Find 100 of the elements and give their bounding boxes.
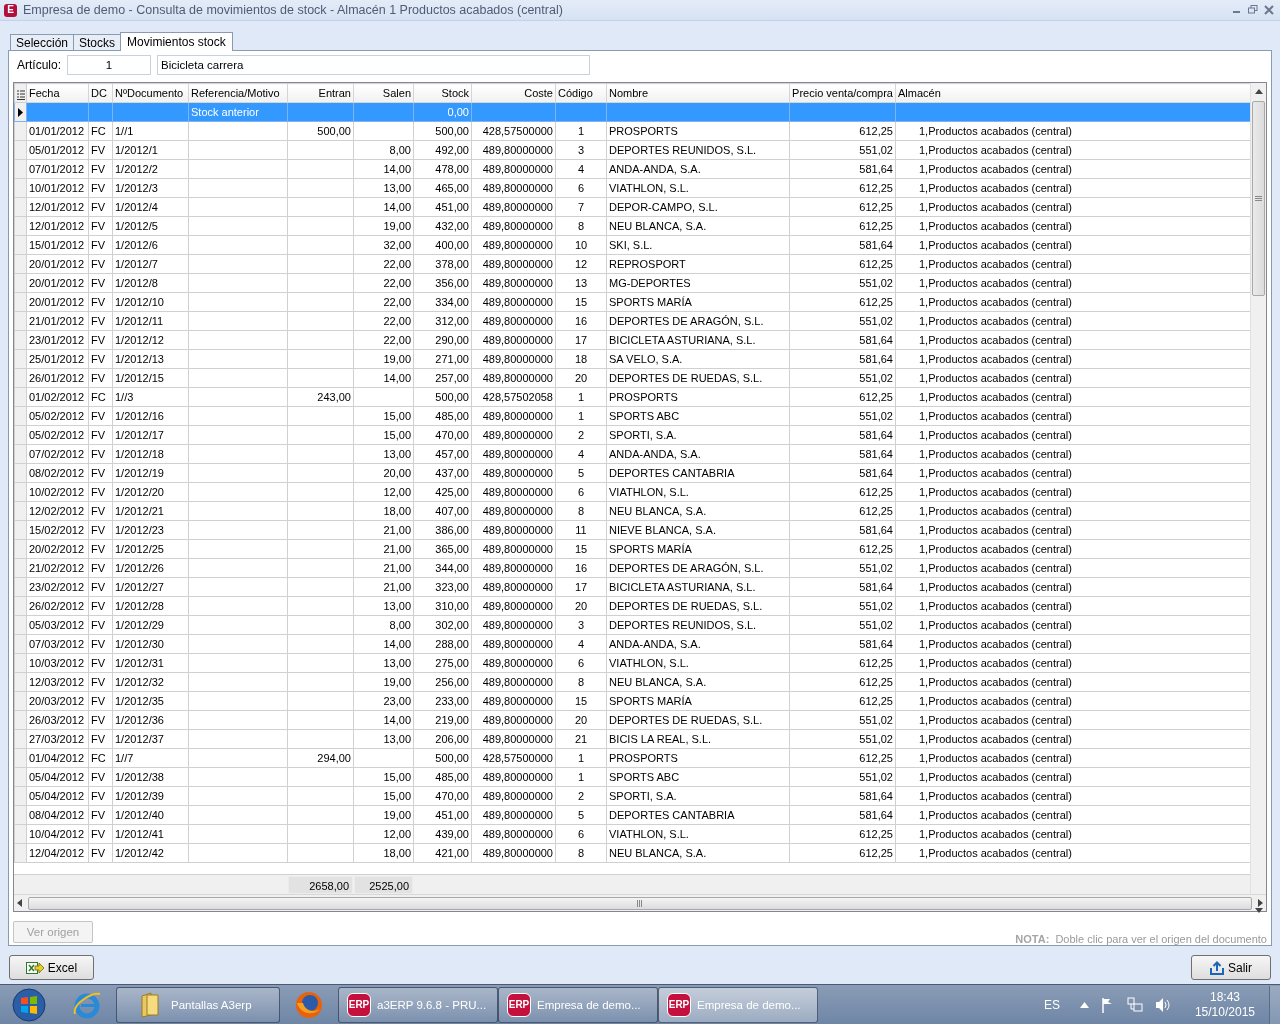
table-row[interactable]: 08/02/2012 FV 1/2012/19 20,00 437,00 489,80000000 5 DEPORTES CANTABRIA 581,64 1,Productos acabados (central) — [14, 463, 1250, 483]
scroll-up-icon[interactable] — [1254, 89, 1263, 94]
column-header[interactable]: DC — [88, 83, 113, 103]
taskbar-button[interactable]: ERP Empresa de demo... — [658, 986, 818, 1023]
table-cell: FV — [88, 653, 113, 673]
exit-button[interactable]: Salir — [1191, 955, 1271, 980]
table-row[interactable]: 05/02/2012 FV 1/2012/16 15,00 485,00 489,80000000 1 SPORTS ABC 551,02 1,Productos acabados (central) — [14, 406, 1250, 426]
column-header[interactable]: Fecha — [26, 83, 89, 103]
table-row[interactable]: 23/01/2012 FV 1/2012/12 22,00 290,00 489,80000000 17 BICICLETA ASTURIANA, S.L. 581,64 1,Productos acabados (central) — [14, 330, 1250, 350]
restore-icon[interactable] — [1248, 5, 1258, 15]
table-row[interactable]: 20/01/2012 FV 1/2012/10 22,00 334,00 489,80000000 15 SPORTS MARÍA 612,25 1,Productos acabados (central) — [14, 292, 1250, 312]
table-row[interactable]: 01/02/2012 FC 1//3 243,00 500,00 428,57502058 1 PROSPORTS 612,25 1,Productos acabados (central) — [14, 387, 1250, 407]
column-header[interactable]: NºDocumento — [112, 83, 189, 103]
table-row[interactable]: 27/03/2012 FV 1/2012/37 13,00 206,00 489,80000000 21 BICIS LA REAL, S.L. 551,02 1,Productos acabados (central) — [14, 729, 1250, 749]
start-button[interactable] — [12, 987, 46, 1022]
table-cell: 20/01/2012 — [26, 273, 89, 293]
table-row[interactable]: 10/02/2012 FV 1/2012/20 12,00 425,00 489,80000000 6 VIATHLON, S.L. 612,25 1,Productos acabados (central) — [14, 482, 1250, 502]
table-row[interactable]: 01/04/2012 FC 1//7 294,00 500,00 428,57500000 1 PROSPORTS 612,25 1,Productos acabados (central) — [14, 748, 1250, 768]
column-header[interactable]: Entran — [287, 83, 354, 103]
table-row[interactable]: 21/02/2012 FV 1/2012/26 21,00 344,00 489,80000000 16 DEPORTES DE ARAGÓN, S.L. 551,02 1,Productos acabados (central) — [14, 558, 1250, 578]
table-row[interactable]: 20/03/2012 FV 1/2012/35 23,00 233,00 489,80000000 15 SPORTS MARÍA 612,25 1,Productos acabados (central) — [14, 691, 1250, 711]
table-row[interactable]: 07/02/2012 FV 1/2012/18 13,00 457,00 489,80000000 4 ANDA-ANDA, S.A. 581,64 1,Productos acabados (central) — [14, 444, 1250, 464]
tab[interactable]: Stocks — [73, 34, 122, 50]
show-hidden-icons-icon[interactable] — [1079, 1001, 1089, 1008]
show-desktop-button[interactable] — [1269, 985, 1280, 1024]
table-cell: BICIS LA REAL, S.L. — [606, 729, 790, 749]
scroll-left-icon[interactable] — [17, 899, 22, 907]
table-row[interactable]: 05/03/2012 FV 1/2012/29 8,00 302,00 489,80000000 3 DEPORTES REUNIDOS, S.L. 551,02 1,Productos acabados (central) — [14, 615, 1250, 635]
table-row[interactable]: 12/04/2012 FV 1/2012/42 18,00 421,00 489,80000000 8 NEU BLANCA, S.A. 612,25 1,Productos acabados (central) — [14, 843, 1250, 863]
table-cell: 271,00 — [413, 349, 472, 369]
table-cell: 489,80000000 — [471, 653, 556, 673]
table-cell: 15,00 — [353, 786, 414, 806]
table-cell: 612,25 — [789, 539, 896, 559]
table-row[interactable]: 12/03/2012 FV 1/2012/32 19,00 256,00 489,80000000 8 NEU BLANCA, S.A. 612,25 1,Productos acabados (central) — [14, 672, 1250, 692]
table-row[interactable]: 23/02/2012 FV 1/2012/27 21,00 323,00 489,80000000 17 BICICLETA ASTURIANA, S.L. 581,64 1,Productos acabados (central) — [14, 577, 1250, 597]
table-row[interactable]: 05/01/2012 FV 1/2012/1 8,00 492,00 489,80000000 3 DEPORTES REUNIDOS, S.L. 551,02 1,Productos acabados (central) — [14, 140, 1250, 160]
table-row[interactable]: 10/03/2012 FV 1/2012/31 13,00 275,00 489,80000000 6 VIATHLON, S.L. 612,25 1,Productos acabados (central) — [14, 653, 1250, 673]
table-row[interactable]: 20/01/2012 FV 1/2012/7 22,00 378,00 489,80000000 12 REPROSPORT 612,25 1,Productos acabados (central) — [14, 254, 1250, 274]
table-row[interactable]: 20/02/2012 FV 1/2012/25 21,00 365,00 489,80000000 15 SPORTS MARÍA 612,25 1,Productos acabados (central) — [14, 539, 1250, 559]
table-cell: 15,00 — [353, 767, 414, 787]
table-row[interactable]: 25/01/2012 FV 1/2012/13 19,00 271,00 489,80000000 18 SA VELO, S.A. 581,64 1,Productos acabados (central) — [14, 349, 1250, 369]
table-cell: 19,00 — [353, 805, 414, 825]
table-row[interactable]: 08/04/2012 FV 1/2012/40 19,00 451,00 489,80000000 5 DEPORTES CANTABRIA 581,64 1,Productos acabados (central) — [14, 805, 1250, 825]
taskbar-button[interactable]: ERP Empresa de demo... — [498, 986, 658, 1023]
scrollbar-thumb[interactable] — [28, 896, 1252, 910]
tab[interactable]: Movimientos stock — [120, 32, 233, 51]
table-row[interactable]: 12/02/2012 FV 1/2012/21 18,00 407,00 489,80000000 8 NEU BLANCA, S.A. 612,25 1,Productos acabados (central) — [14, 501, 1250, 521]
table-row[interactable]: 10/04/2012 FV 1/2012/41 12,00 439,00 489,80000000 6 VIATHLON, S.L. 612,25 1,Productos acabados (central) — [14, 824, 1250, 844]
column-header[interactable]: Nombre — [606, 83, 790, 103]
table-cell: FC — [88, 121, 113, 141]
tab[interactable]: Selección — [10, 34, 75, 50]
table-row[interactable]: 07/01/2012 FV 1/2012/2 14,00 478,00 489,80000000 4 ANDA-ANDA, S.A. 581,64 1,Productos acabados (central) — [14, 159, 1250, 179]
firefox-icon[interactable] — [294, 989, 324, 1020]
table-row[interactable]: 15/01/2012 FV 1/2012/6 32,00 400,00 489,80000000 10 SKI, S.L. 581,64 1,Productos acabados (central) — [14, 235, 1250, 255]
table-cell: 551,02 — [789, 729, 896, 749]
table-row[interactable]: 05/02/2012 FV 1/2012/17 15,00 470,00 489,80000000 2 SPORTI, S.A. 581,64 1,Productos acabados (central) — [14, 425, 1250, 445]
column-chooser-icon[interactable] — [16, 90, 25, 100]
table-cell: NEU BLANCA, S.A. — [606, 672, 790, 692]
table-row[interactable]: 20/01/2012 FV 1/2012/8 22,00 356,00 489,80000000 13 MG-DEPORTES 551,02 1,Productos acabados (central) — [14, 273, 1250, 293]
table-row[interactable]: 07/03/2012 FV 1/2012/30 14,00 288,00 489,80000000 4 ANDA-ANDA, S.A. 581,64 1,Productos acabados (central) — [14, 634, 1250, 654]
table-cell: 323,00 — [413, 577, 472, 597]
column-header[interactable]: Salen — [353, 83, 414, 103]
table-row[interactable]: 26/01/2012 FV 1/2012/15 14,00 257,00 489,80000000 20 DEPORTES DE RUEDAS, S.L. 551,02 1,Productos acabados (central) — [14, 368, 1250, 388]
table-row[interactable]: 05/04/2012 FV 1/2012/38 15,00 485,00 489,80000000 1 SPORTS ABC 551,02 1,Productos acabados (central) — [14, 767, 1250, 787]
table-cell: 1//1 — [112, 121, 189, 141]
table-cell: 485,00 — [413, 406, 472, 426]
table-cell: 14,00 — [353, 634, 414, 654]
table-row[interactable]: 21/01/2012 FV 1/2012/11 22,00 312,00 489,80000000 16 DEPORTES DE ARAGÓN, S.L. 551,02 1,Productos acabados (central) — [14, 311, 1250, 331]
scrollbar-thumb[interactable] — [1252, 101, 1265, 296]
table-cell: 22,00 — [353, 330, 414, 350]
table-cell: 11 — [555, 520, 607, 540]
excel-button[interactable]: Excel — [9, 955, 94, 980]
close-icon[interactable] — [1264, 5, 1274, 15]
table-row[interactable]: 01/01/2012 FC 1//1 500,00 500,00 428,57500000 1 PROSPORTS 612,25 1,Productos acabados (central) — [14, 121, 1250, 141]
column-header[interactable]: Almacén — [895, 83, 1250, 103]
table-row[interactable]: 10/01/2012 FV 1/2012/3 13,00 465,00 489,80000000 6 VIATHLON, S.L. 612,25 1,Productos acabados (central) — [14, 178, 1250, 198]
article-code-field[interactable]: 1 — [67, 55, 151, 75]
table-row[interactable]: 12/01/2012 FV 1/2012/5 19,00 432,00 489,80000000 8 NEU BLANCA, S.A. 612,25 1,Productos acabados (central) — [14, 216, 1250, 236]
column-header[interactable]: Stock — [413, 83, 472, 103]
taskbar-button[interactable]: ERP a3ERP 9.6.8 - PRU... — [338, 986, 498, 1023]
scroll-down-icon[interactable] — [1255, 908, 1263, 913]
table-cell: 13,00 — [353, 178, 414, 198]
table-row[interactable]: 05/04/2012 FV 1/2012/39 15,00 470,00 489,80000000 2 SPORTI, S.A. 581,64 1,Productos acabados (central) — [14, 786, 1250, 806]
table-row[interactable]: 26/03/2012 FV 1/2012/36 14,00 219,00 489,80000000 20 DEPORTES DE RUEDAS, S.L. 551,02 1,Productos acabados (central) — [14, 710, 1250, 730]
column-header[interactable]: Referencia/Motivo — [188, 83, 288, 103]
column-header[interactable]: Precio venta/compra — [789, 83, 896, 103]
table-cell: 612,25 — [789, 121, 896, 141]
table-row[interactable]: 26/02/2012 FV 1/2012/28 13,00 310,00 489,80000000 20 DEPORTES DE RUEDAS, S.L. 551,02 1,Productos acabados (central) — [14, 596, 1250, 616]
column-header[interactable]: Coste — [471, 83, 556, 103]
column-header[interactable]: Código — [555, 83, 607, 103]
table-cell: 219,00 — [413, 710, 472, 730]
table-row[interactable]: 12/01/2012 FV 1/2012/4 14,00 451,00 489,80000000 7 DEPOR-CAMPO, S.L. 612,25 1,Productos acabados (central) — [14, 197, 1250, 217]
article-name-field[interactable]: Bicicleta carrera — [157, 55, 590, 75]
network-icon[interactable] — [1126, 996, 1143, 1013]
scroll-right-icon[interactable] — [1258, 899, 1263, 907]
table-cell: 21,00 — [353, 539, 414, 559]
volume-icon[interactable] — [1154, 996, 1171, 1013]
table-cell: 23/02/2012 — [26, 577, 89, 597]
table-cell: 551,02 — [789, 558, 896, 578]
table-row[interactable]: 15/02/2012 FV 1/2012/23 21,00 386,00 489,80000000 11 NIEVE BLANCA, S.A. 581,64 1,Productos acabados (central) — [14, 520, 1250, 540]
